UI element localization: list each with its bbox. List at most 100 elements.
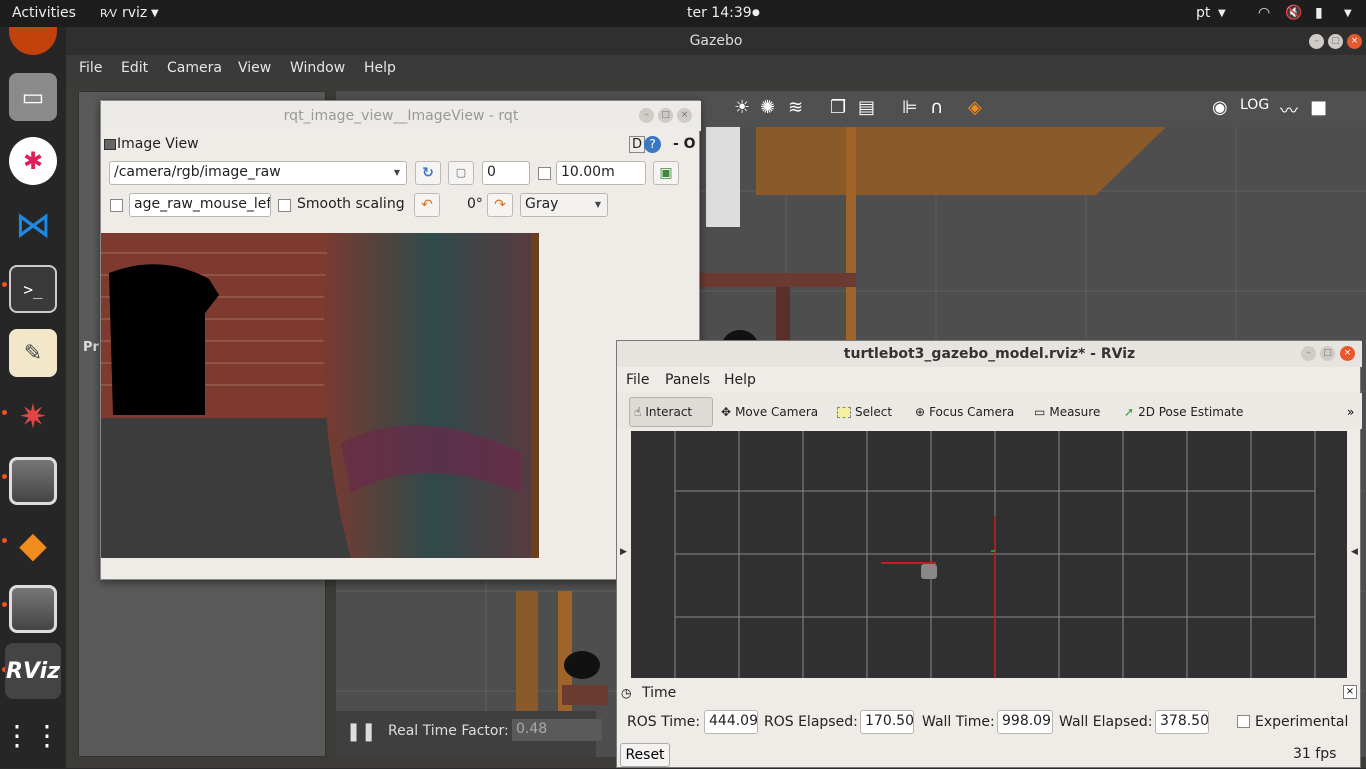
clock[interactable]: ter 14:39 — [687, 5, 752, 21]
experimental-checkbox[interactable] — [1237, 715, 1250, 728]
rqt-title-bar: rqt_image_view__ImageView - rqt — [101, 101, 701, 131]
max-range-field[interactable]: 10.00m — [556, 161, 646, 185]
tool-select[interactable]: Select — [833, 397, 896, 427]
gazebo-icon[interactable]: ◆ — [9, 521, 57, 569]
log-icon[interactable]: LOG — [1240, 97, 1269, 113]
maximize-icon[interactable]: □ — [1328, 34, 1343, 49]
gazebo-bottom-bar: ❚❚ Real Time Factor: 0.48 — [336, 711, 602, 757]
menu-file[interactable]: File — [626, 372, 649, 388]
select-icon — [837, 406, 851, 418]
sun-icon[interactable]: ☀ — [734, 97, 750, 118]
rqt-icon[interactable]: ✷ — [9, 393, 57, 441]
firefox-icon[interactable] — [9, 27, 57, 55]
window-icon[interactable] — [9, 457, 57, 505]
terminal-icon[interactable]: >_ — [9, 265, 57, 313]
right-dock-arrow-icon[interactable]: ◀ — [1351, 547, 1358, 557]
options-button[interactable]: - O — [673, 136, 696, 152]
chevron-down-icon: ▼ — [151, 8, 159, 19]
tool-measure[interactable]: ▭ Measure — [1030, 397, 1104, 427]
tool-focus-camera[interactable]: ⊕ Focus Camera — [911, 397, 1018, 427]
menu-window[interactable]: Window — [290, 60, 345, 76]
zoom-icon[interactable]: ▢ — [448, 161, 474, 185]
snap-icon[interactable]: ∩ — [930, 97, 943, 118]
text-editor-icon[interactable]: ✎ — [9, 329, 57, 377]
close-panel-icon[interactable]: × — [1343, 685, 1357, 699]
topic-select[interactable]: /camera/rgb/image_raw ▼ — [109, 161, 407, 185]
mouse-topic-field[interactable]: age_raw_mouse_left — [129, 193, 271, 217]
camera-image[interactable] — [101, 233, 539, 558]
change-view-icon[interactable]: ◈ — [968, 97, 982, 118]
paste-icon[interactable]: ▤ — [858, 97, 875, 118]
wall-time-value: 998.09 — [997, 710, 1053, 734]
refresh-icon[interactable]: ↻ — [415, 161, 441, 185]
save-image-icon[interactable]: ▣ — [653, 161, 679, 185]
menu-file[interactable]: File — [79, 60, 102, 76]
files-icon[interactable]: ▭ — [9, 73, 57, 121]
rqt-image-view-window: rqt_image_view__ImageView - rqt – □ × Im… — [100, 100, 701, 580]
copy-icon[interactable]: ❐ — [830, 97, 846, 118]
menu-camera[interactable]: Camera — [167, 60, 222, 76]
spin-box[interactable]: 0 — [482, 161, 530, 185]
volume-muted-icon[interactable]: 🔇 — [1285, 5, 1302, 21]
time-panel: ◷ Time × ROS Time: 444.09 ROS Elapsed: 1… — [617, 683, 1362, 769]
real-time-factor-label: Real Time Factor: — [388, 723, 509, 739]
minimize-icon[interactable]: – — [1309, 34, 1324, 49]
close-icon[interactable]: × — [1347, 34, 1362, 49]
app-menu-button[interactable]: rviz — [122, 5, 147, 21]
gazebo-title-bar: Gazebo — [66, 27, 1366, 55]
rotate-right-icon[interactable]: ↷ — [487, 193, 513, 217]
pause-icon[interactable]: ❚❚ — [346, 721, 376, 742]
smooth-scaling-checkbox[interactable] — [278, 199, 291, 212]
vscode-icon[interactable]: ⋈ — [9, 201, 57, 249]
align-icon[interactable]: ⊫ — [902, 97, 918, 118]
menu-panels[interactable]: Panels — [665, 372, 710, 388]
rviz-3d-view[interactable] — [631, 431, 1347, 678]
maximize-icon[interactable]: □ — [1320, 346, 1335, 361]
range-checkbox[interactable] — [538, 167, 551, 180]
plugin-icon — [104, 139, 116, 150]
rotate-left-icon[interactable]: ↶ — [414, 193, 440, 217]
battery-icon[interactable]: ▮ — [1315, 5, 1323, 21]
point-light-icon[interactable]: ✺ — [760, 97, 775, 118]
maximize-icon[interactable]: □ — [658, 108, 673, 123]
ros-elapsed-label: ROS Elapsed: — [764, 714, 858, 730]
colormap-select[interactable]: Gray ▼ — [520, 193, 608, 217]
real-time-factor-value: 0.48 — [512, 719, 602, 741]
wall-time-label: Wall Time: — [922, 714, 995, 730]
chevron-down-icon[interactable]: ▼ — [1344, 8, 1352, 19]
tool-2d-pose-estimate[interactable]: ➚ 2D Pose Estimate — [1120, 397, 1247, 427]
tool-move-camera[interactable]: ✥ Move Camera — [717, 397, 822, 427]
window-icon[interactable] — [9, 585, 57, 633]
close-icon[interactable]: × — [677, 108, 692, 123]
menu-view[interactable]: View — [238, 60, 271, 76]
language-indicator[interactable]: pt — [1196, 5, 1210, 21]
record-video-icon[interactable]: ■ — [1310, 97, 1327, 118]
ros-time-value: 444.09 — [704, 710, 758, 734]
toolbar-overflow-icon[interactable]: » — [1347, 405, 1354, 419]
menu-edit[interactable]: Edit — [121, 60, 148, 76]
menu-help[interactable]: Help — [364, 60, 396, 76]
rviz-window: turtlebot3_gazebo_model.rviz* - RViz – □… — [616, 340, 1362, 769]
dock-button[interactable]: D — [629, 136, 646, 153]
plugin-title: Image View — [117, 136, 199, 152]
close-icon[interactable]: × — [1340, 346, 1355, 361]
reset-button[interactable]: Reset — [620, 743, 670, 767]
minimize-icon[interactable]: – — [639, 108, 654, 123]
dock: ▭ ✱ ⋈ >_ ✎ ✷ ◆ RViz ⋮⋮ — [0, 27, 66, 768]
slack-icon[interactable]: ✱ — [9, 137, 57, 185]
activities-button[interactable]: Activities — [12, 5, 76, 21]
spot-light-icon[interactable]: ≋ — [788, 97, 803, 118]
plot-icon[interactable]: 〰 — [1280, 97, 1298, 123]
menu-help[interactable]: Help — [724, 372, 756, 388]
rotation-value: 0° — [467, 196, 483, 212]
rviz-icon[interactable]: RViz — [5, 643, 61, 699]
left-dock-arrow-icon[interactable]: ▶ — [620, 547, 627, 557]
help-icon[interactable]: ? — [644, 136, 661, 153]
mouse-topic-checkbox[interactable] — [110, 199, 123, 212]
minimize-icon[interactable]: – — [1301, 346, 1316, 361]
wifi-icon[interactable]: ◠ — [1258, 5, 1270, 21]
show-applications-icon[interactable]: ⋮⋮ — [3, 711, 61, 759]
rviz-app-icon: R⁄V — [100, 7, 118, 20]
tool-interact[interactable]: ☝ Interact — [629, 397, 713, 427]
screenshot-icon[interactable]: ◉ — [1212, 97, 1228, 118]
